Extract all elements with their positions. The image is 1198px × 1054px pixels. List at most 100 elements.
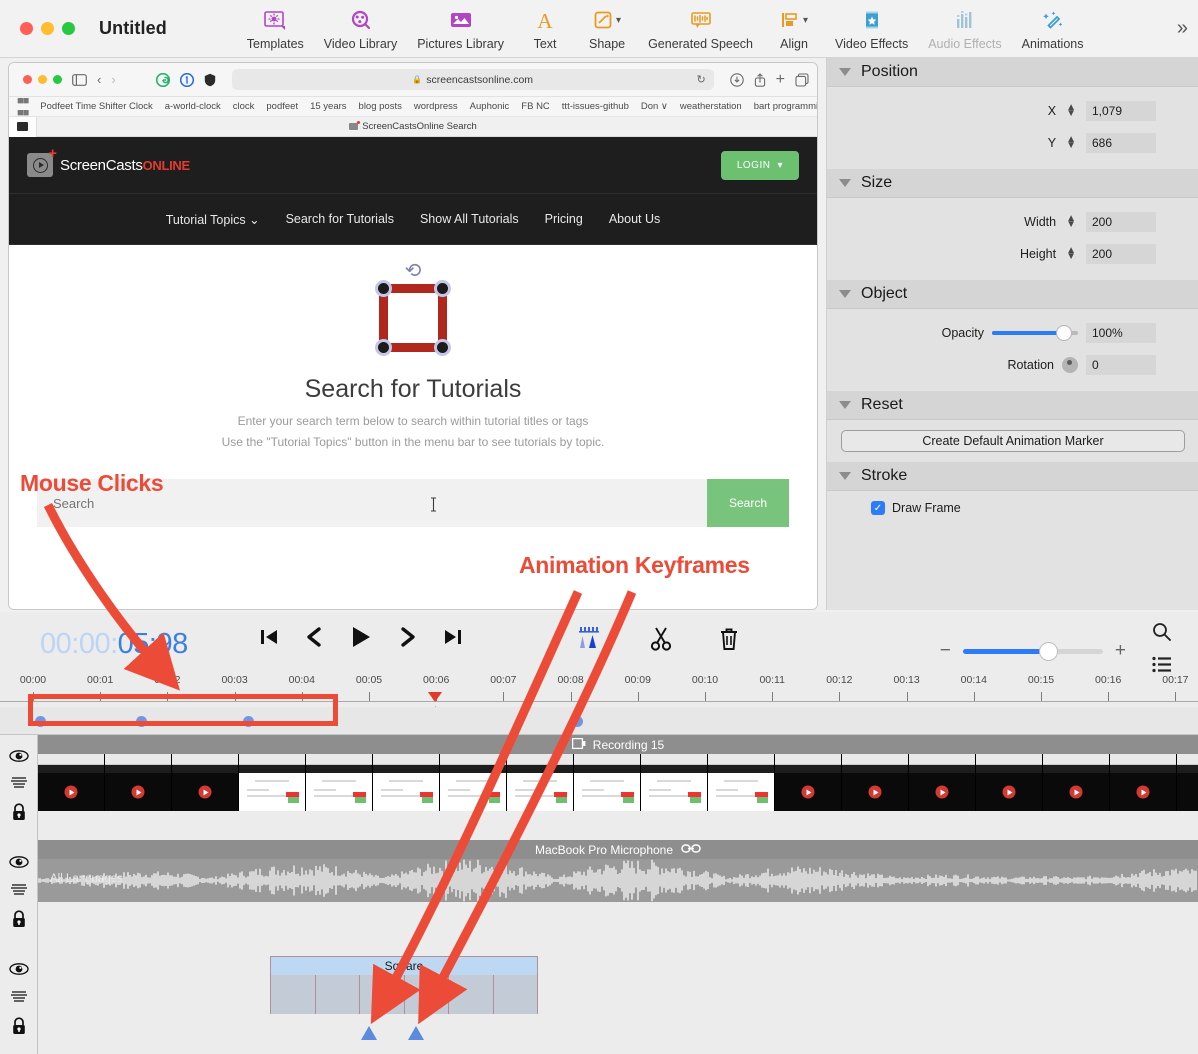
toolbar-button-align[interactable]: ▾ Align	[763, 6, 825, 51]
size-width-stepper[interactable]: ▲▼	[1066, 216, 1076, 228]
timeline-ruler[interactable]: 00:0000:0100:0200:0300:0400:0500:0600:07…	[0, 674, 1198, 706]
track-body-shape[interactable]: Square	[38, 948, 1198, 1054]
mouse-clicks-track[interactable]	[0, 707, 1198, 735]
size-height-field[interactable]	[1086, 244, 1156, 264]
rotation-field[interactable]	[1086, 355, 1156, 375]
reload-icon[interactable]: ↻	[696, 73, 705, 86]
section-header-object[interactable]: Object	[827, 280, 1198, 309]
opacity-slider-knob[interactable]	[1056, 325, 1072, 341]
size-height-stepper[interactable]: ▲▼	[1066, 248, 1076, 260]
draw-frame-checkbox[interactable]: ✓	[871, 501, 885, 515]
zoom-slider-knob[interactable]	[1039, 642, 1058, 661]
nav-item-pricing[interactable]: Pricing	[545, 212, 583, 226]
size-width-field[interactable]	[1086, 212, 1156, 232]
position-y-stepper[interactable]: ▲▼	[1066, 137, 1076, 149]
toolbar-button-pictures-library[interactable]: Pictures Library	[407, 6, 514, 51]
bookmarks-grid-icon[interactable]: ■■■■	[17, 97, 28, 117]
nav-item-show-all-tutorials[interactable]: Show All Tutorials	[420, 212, 519, 226]
minimize-window-button[interactable]	[41, 22, 54, 35]
resize-handle-bottom-right[interactable]	[434, 339, 451, 356]
bookmark-item[interactable]: a-world-clock	[165, 101, 221, 112]
bookmark-item[interactable]: FB NC	[521, 101, 550, 112]
disclosure-triangle-icon[interactable]	[839, 179, 851, 187]
zoom-in-button[interactable]: +	[1115, 640, 1126, 662]
lock-icon[interactable]	[11, 1017, 27, 1040]
toolbar-button-audio-effects[interactable]: Audio Effects	[918, 6, 1011, 51]
chevron-down-icon[interactable]: ▾	[616, 15, 621, 26]
toolbar-button-video-library[interactable]: Video Library	[314, 6, 407, 51]
visibility-eye-icon[interactable]	[9, 749, 29, 768]
resize-handle-top-right[interactable]	[434, 280, 451, 297]
opacity-slider[interactable]	[992, 331, 1078, 335]
section-header-stroke[interactable]: Stroke	[827, 462, 1198, 491]
bookmark-item[interactable]: Podfeet Time Shifter Clock	[40, 101, 152, 112]
resize-handle-top-left[interactable]	[375, 280, 392, 297]
toolbar-button-text[interactable]: A Text	[514, 6, 576, 51]
maximize-window-button[interactable]	[62, 22, 75, 35]
draw-frame-row[interactable]: ✓ Draw Frame	[827, 491, 1198, 515]
nav-item-about-us[interactable]: About Us	[609, 212, 660, 226]
disclosure-triangle-icon[interactable]	[839, 68, 851, 76]
bookmark-item[interactable]: Auphonic	[470, 101, 510, 112]
section-header-position[interactable]: Position	[827, 58, 1198, 87]
nav-item-tutorial-topics[interactable]: Tutorial Topics ⌄	[166, 212, 260, 227]
mouse-click-marker[interactable]	[136, 716, 147, 727]
toolbar-button-animations[interactable]: Animations	[1012, 6, 1094, 51]
go-to-end-button[interactable]	[442, 626, 464, 648]
audio-levels-icon[interactable]	[9, 990, 29, 1009]
login-button[interactable]: LOGIN ▾	[721, 151, 799, 180]
bookmark-item[interactable]: ttt-issues-github	[562, 101, 629, 112]
zoom-slider[interactable]	[963, 649, 1103, 654]
bookmark-item[interactable]: blog posts	[359, 101, 402, 112]
bookmark-item[interactable]: podfeet	[266, 101, 298, 112]
audio-levels-icon[interactable]	[9, 883, 29, 902]
audio-waveform[interactable]: All Languages	[38, 859, 1198, 902]
mouse-click-marker[interactable]	[35, 716, 46, 727]
search-input[interactable]	[37, 479, 707, 527]
active-tab[interactable]: ScreenCastsOnline Search	[9, 121, 817, 132]
zoom-out-button[interactable]: −	[940, 640, 951, 662]
bookmark-item[interactable]: 15 years	[310, 101, 346, 112]
toolbar-button-generated-speech[interactable]: Generated Speech	[638, 6, 763, 51]
video-clip-title[interactable]: Recording 15	[38, 735, 1198, 754]
toolbar-button-templates[interactable]: Templates	[237, 6, 314, 51]
search-submit-button[interactable]: Search	[707, 479, 789, 527]
square-shape-object[interactable]: ⟲	[370, 275, 456, 361]
play-button[interactable]	[348, 624, 374, 650]
position-x-field[interactable]	[1086, 101, 1156, 121]
rotate-handle-icon[interactable]: ⟲	[405, 261, 422, 281]
bookmark-item[interactable]: wordpress	[414, 101, 458, 112]
preview-canvas[interactable]: ‹ › 🔒 screencastsonline.com ↻ +	[8, 62, 818, 610]
step-forward-button[interactable]	[398, 626, 418, 648]
go-to-start-button[interactable]	[258, 626, 280, 648]
close-window-button[interactable]	[20, 22, 33, 35]
bookmark-item[interactable]: weatherstation	[680, 101, 742, 112]
search-icon[interactable]	[1152, 622, 1172, 642]
step-back-button[interactable]	[304, 626, 324, 648]
list-view-icon[interactable]	[1152, 656, 1172, 673]
bookmark-item[interactable]: bart programming ∨	[754, 101, 817, 112]
toolbar-button-video-effects[interactable]: Video Effects	[825, 6, 918, 51]
resize-handle-bottom-left[interactable]	[375, 339, 392, 356]
lock-icon[interactable]	[11, 803, 27, 826]
disclosure-triangle-icon[interactable]	[839, 290, 851, 298]
audio-clip[interactable]: MacBook Pro Microphone All Languages	[38, 840, 1198, 902]
section-header-reset[interactable]: Reset	[827, 391, 1198, 420]
create-default-animation-marker-button[interactable]: Create Default Animation Marker	[841, 430, 1185, 452]
lock-icon[interactable]	[11, 910, 27, 933]
visibility-eye-icon[interactable]	[9, 962, 29, 981]
keyframe-marker-button[interactable]	[575, 626, 605, 652]
cut-scissors-button[interactable]	[649, 626, 673, 652]
bookmark-item[interactable]: Don ∨	[641, 101, 668, 112]
browser-url-bar[interactable]: 🔒 screencastsonline.com ↻	[232, 69, 714, 90]
delete-trash-button[interactable]	[717, 626, 741, 652]
nav-item-search-for-tutorials[interactable]: Search for Tutorials	[286, 212, 394, 226]
video-filmstrip[interactable]	[38, 754, 1198, 811]
timecode-display[interactable]: 00:00:05:98	[40, 628, 188, 661]
disclosure-triangle-icon[interactable]	[839, 472, 851, 480]
position-x-stepper[interactable]: ▲▼	[1066, 105, 1076, 117]
bookmark-item[interactable]: clock	[233, 101, 255, 112]
chevron-down-icon[interactable]: ▾	[803, 15, 808, 26]
toolbar-button-shape[interactable]: ▾ Shape	[576, 6, 638, 51]
disclosure-triangle-icon[interactable]	[839, 401, 851, 409]
